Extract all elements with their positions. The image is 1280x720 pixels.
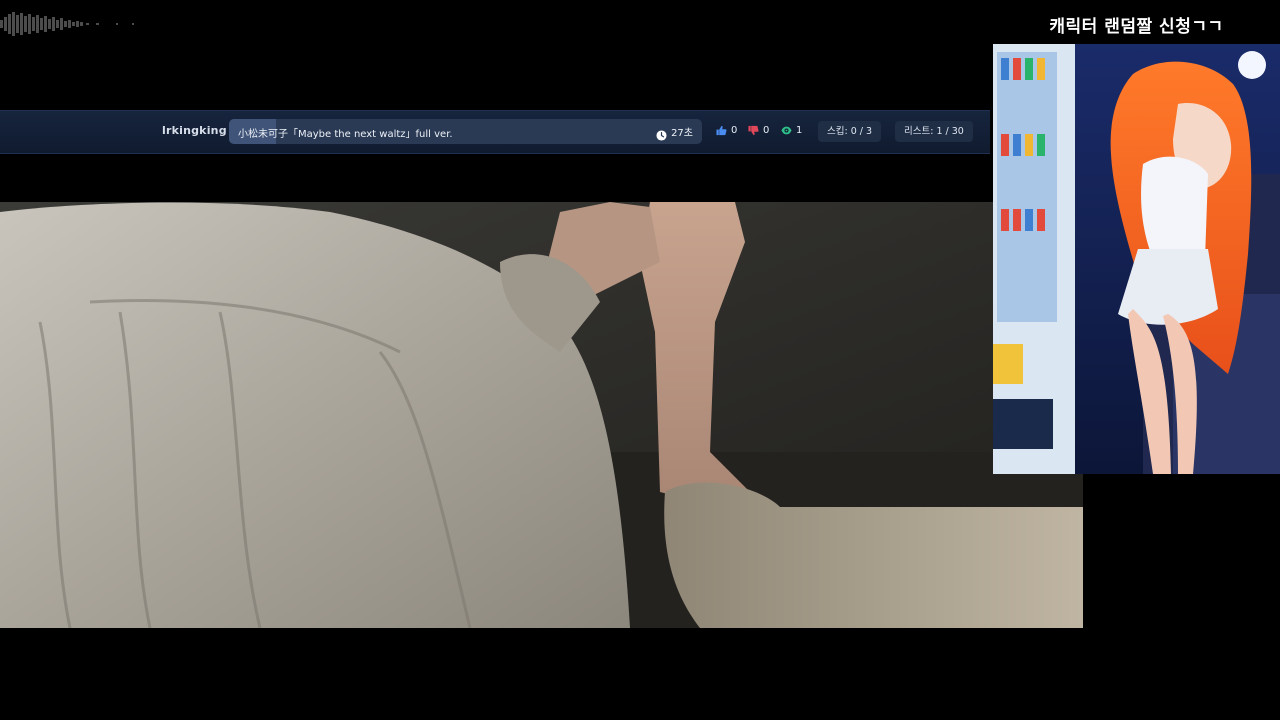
- thumbs-down-icon: [748, 125, 759, 136]
- song-title-box: 小松未可子「Maybe the next waltz」full ver. 27초: [229, 119, 702, 144]
- now-playing-bar: lrkingking 小松未可子「Maybe the next waltz」fu…: [0, 110, 990, 154]
- view-count-text: 1: [796, 125, 803, 136]
- stream-title: 캐릭터 랜덤짤 신청ㄱㄱ: [1049, 17, 1224, 37]
- like-count: 0: [716, 125, 737, 136]
- character-artwork: [993, 44, 1280, 474]
- dislike-count: 0: [748, 125, 769, 136]
- character-illustration: [993, 44, 1280, 474]
- eye-icon: [781, 126, 792, 135]
- video-player: [0, 202, 1083, 628]
- remaining-time-text: 27초: [671, 128, 693, 139]
- playlist-counter: 리스트: 1 / 30: [895, 121, 973, 142]
- view-count: 1: [781, 125, 802, 136]
- skip-counter: 스킵: 0 / 3: [818, 121, 882, 142]
- song-title: 小松未可子「Maybe the next waltz」full ver.: [238, 129, 453, 140]
- video-frame: [0, 202, 1083, 628]
- remaining-time: 27초: [656, 124, 693, 141]
- requester-name: lrkingking: [162, 124, 227, 137]
- clock-icon: [656, 126, 667, 141]
- audio-waveform: [0, 12, 134, 36]
- dislike-count-text: 0: [763, 125, 770, 136]
- like-count-text: 0: [731, 125, 738, 136]
- thumbs-up-icon: [716, 125, 727, 136]
- stream-overlay: 캐릭터 랜덤짤 신청ㄱㄱ lrkingking 小松未可子「Maybe the …: [0, 0, 1280, 720]
